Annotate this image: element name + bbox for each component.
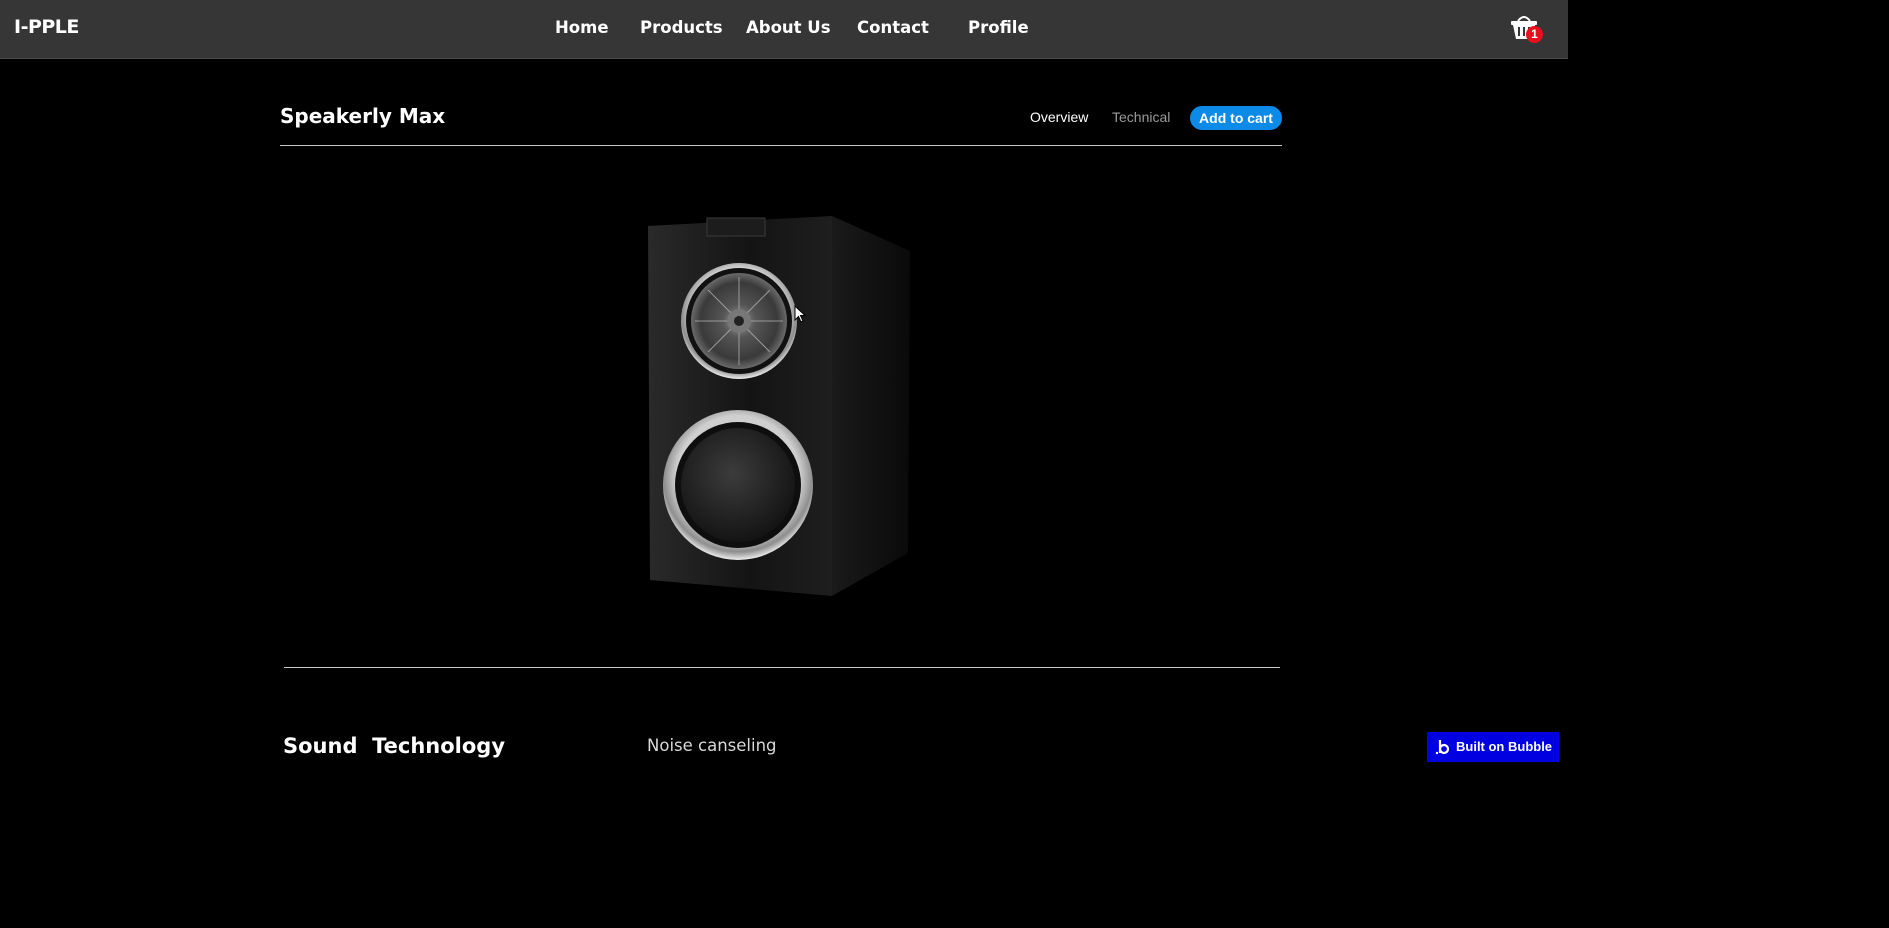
section-divider: [284, 667, 1280, 668]
feature-label: Noise canseling: [647, 736, 777, 755]
tab-technical[interactable]: Technical: [1112, 109, 1170, 125]
mouse-cursor-icon: [794, 305, 806, 323]
add-to-cart-button[interactable]: Add to cart: [1190, 106, 1282, 130]
brand-logo[interactable]: I-PPLE: [14, 16, 79, 38]
built-on-bubble-label: Built on Bubble: [1456, 739, 1553, 754]
nav-link-contact[interactable]: Contact: [857, 18, 929, 37]
header-divider: [280, 145, 1282, 146]
cart-count-badge: 1: [1526, 26, 1543, 43]
nav-link-products[interactable]: Products: [640, 18, 723, 37]
nav-link-about-us[interactable]: About Us: [746, 18, 831, 37]
tab-overview[interactable]: Overview: [1030, 109, 1088, 125]
bubble-logo-icon: [1435, 740, 1450, 755]
speaker-product-image: [648, 216, 910, 596]
built-on-bubble-badge[interactable]: Built on Bubble: [1427, 732, 1559, 762]
nav-link-home[interactable]: Home: [555, 18, 609, 37]
product-title: Speakerly Max: [280, 104, 446, 128]
nav-link-profile[interactable]: Profile: [968, 18, 1029, 37]
top-navbar: I-PPLE Home Products About Us Contact Pr…: [0, 0, 1568, 59]
cart-button[interactable]: 1: [1509, 12, 1545, 44]
section-title: Sound Technology: [283, 734, 506, 758]
